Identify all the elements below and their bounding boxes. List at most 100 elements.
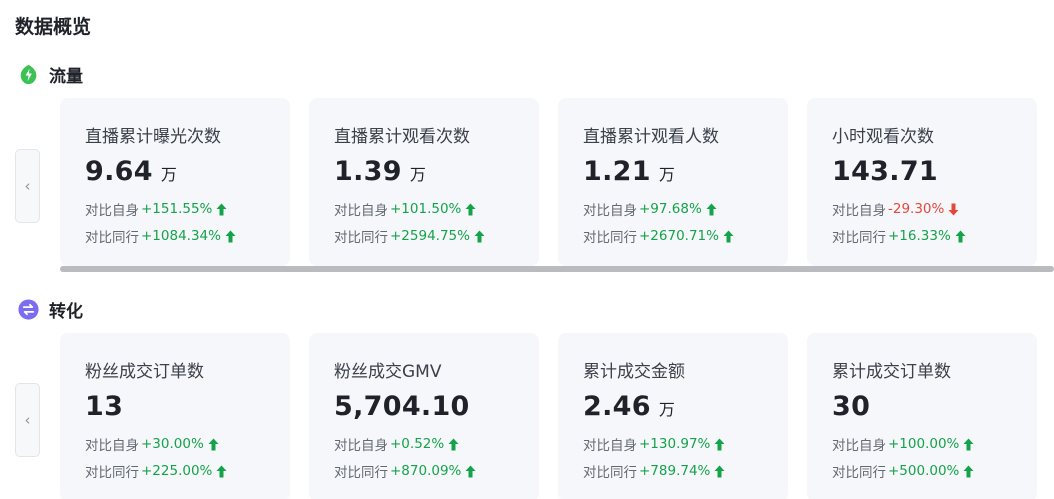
arrow-up-icon: [465, 203, 476, 215]
metric-value: 1.21: [583, 156, 651, 187]
compare-self-value: +0.52%: [390, 436, 445, 452]
chevron-left-icon: ‹: [24, 411, 31, 429]
compare-self-label: 对比自身: [832, 438, 886, 454]
page-title: 数据概览: [15, 16, 92, 38]
compare-peer-label: 对比同行: [583, 230, 637, 246]
section-label-flow: 流量: [49, 67, 83, 87]
metric-label: 直播累计曝光次数: [85, 127, 221, 147]
compare-peer-label: 对比同行: [583, 465, 637, 481]
metric-unit: 万: [658, 400, 675, 419]
metric-card[interactable]: 粉丝成交GMV 5,704.10 对比自身 +0.52% 对比同行 +870.0…: [309, 333, 539, 499]
metric-unit: 万: [160, 165, 177, 184]
arrow-up-icon: [216, 203, 227, 215]
compare-peer-value: +789.74%: [639, 463, 711, 479]
compare-peer-label: 对比同行: [832, 230, 886, 246]
metric-unit: 万: [658, 165, 675, 184]
arrow-up-icon: [706, 203, 717, 215]
metric-value: 2.46: [583, 391, 651, 422]
section-label-conversion: 转化: [49, 302, 83, 322]
metric-value: 30: [832, 391, 871, 422]
compare-peer: 对比同行 +500.00%: [832, 461, 974, 481]
compare-self-label: 对比自身: [334, 203, 388, 219]
compare-peer-label: 对比同行: [85, 230, 139, 246]
arrow-up-icon: [963, 438, 974, 450]
metric-unit: 万: [409, 165, 426, 184]
compare-peer: 对比同行 +225.00%: [85, 461, 227, 481]
metric-value: 1.39: [334, 156, 402, 187]
arrow-up-icon: [714, 465, 725, 477]
compare-peer: 对比同行 +870.09%: [334, 461, 476, 481]
metric-card[interactable]: 累计成交订单数 30 对比自身 +100.00% 对比同行 +500.00%: [807, 333, 1037, 499]
exchange-icon: [18, 299, 39, 320]
compare-peer: 对比同行 +2594.75%: [334, 226, 485, 246]
leaf-lightning-icon: [20, 64, 37, 85]
arrow-up-icon: [723, 230, 734, 242]
compare-self: 对比自身 -29.30%: [832, 199, 959, 219]
metric-card[interactable]: 直播累计曝光次数 9.64 万 对比自身 +151.55% 对比同行 +1084.…: [60, 98, 290, 266]
prev-page-button-conversion[interactable]: ‹: [15, 383, 40, 457]
compare-self-label: 对比自身: [334, 438, 388, 454]
compare-self-value: +30.00%: [141, 436, 204, 452]
arrow-up-icon: [955, 230, 966, 242]
compare-peer-value: +2594.75%: [390, 228, 470, 244]
compare-self-label: 对比自身: [583, 203, 637, 219]
compare-peer: 对比同行 +16.33%: [832, 226, 966, 246]
compare-self: 对比自身 +97.68%: [583, 199, 717, 219]
compare-self-value: +101.50%: [390, 201, 462, 217]
compare-self-label: 对比自身: [85, 438, 139, 454]
metric-value: 143.71: [832, 156, 938, 187]
compare-peer-value: +870.09%: [390, 463, 462, 479]
arrow-up-icon: [216, 465, 227, 477]
horizontal-scrollbar[interactable]: [60, 266, 1054, 272]
compare-self: 对比自身 +130.97%: [583, 434, 725, 454]
metric-value: 9.64: [85, 156, 153, 187]
compare-peer-label: 对比同行: [334, 465, 388, 481]
compare-self: 对比自身 +30.00%: [85, 434, 219, 454]
metric-label: 小时观看次数: [832, 127, 934, 147]
arrow-up-icon: [474, 230, 485, 242]
compare-peer: 对比同行 +1084.34%: [85, 226, 236, 246]
arrow-up-icon: [963, 465, 974, 477]
compare-self-value: +100.00%: [888, 436, 960, 452]
metric-card[interactable]: 直播累计观看次数 1.39 万 对比自身 +101.50% 对比同行 +2594.…: [309, 98, 539, 266]
compare-self-label: 对比自身: [583, 438, 637, 454]
metric-card[interactable]: 粉丝成交订单数 13 对比自身 +30.00% 对比同行 +225.00%: [60, 333, 290, 499]
compare-self-value: +151.55%: [141, 201, 213, 217]
metric-label: 粉丝成交订单数: [85, 362, 204, 382]
metric-value: 13: [85, 391, 124, 422]
prev-page-button-flow[interactable]: ‹: [15, 149, 40, 223]
metric-card[interactable]: 小时观看次数 143.71 对比自身 -29.30% 对比同行 +16.33%: [807, 98, 1037, 266]
compare-peer-label: 对比同行: [832, 465, 886, 481]
chevron-left-icon: ‹: [24, 177, 31, 195]
compare-self-label: 对比自身: [832, 203, 886, 219]
section-header-conversion: 转化: [17, 297, 83, 322]
metric-label: 直播累计观看人数: [583, 127, 719, 147]
metric-label: 累计成交订单数: [832, 362, 951, 382]
metric-value-row: 9.64 万: [85, 156, 177, 187]
metric-value-row: 1.39 万: [334, 156, 426, 187]
compare-self: 对比自身 +101.50%: [334, 199, 476, 219]
compare-peer: 对比同行 +789.74%: [583, 461, 725, 481]
arrow-up-icon: [448, 438, 459, 450]
compare-peer-label: 对比同行: [334, 230, 388, 246]
metric-value-row: 2.46 万: [583, 391, 675, 422]
metric-value-row: 143.71: [832, 156, 938, 187]
compare-self-value: +130.97%: [639, 436, 711, 452]
compare-self-value: -29.30%: [888, 201, 945, 217]
metric-value-row: 1.21 万: [583, 156, 675, 187]
compare-self: 对比自身 +100.00%: [832, 434, 974, 454]
metric-card[interactable]: 直播累计观看人数 1.21 万 对比自身 +97.68% 对比同行 +2670.7…: [558, 98, 788, 266]
metric-label: 直播累计观看次数: [334, 127, 470, 147]
metric-label: 粉丝成交GMV: [334, 362, 442, 382]
compare-peer-value: +1084.34%: [141, 228, 221, 244]
metric-value-row: 30: [832, 391, 870, 422]
compare-self: 对比自身 +0.52%: [334, 434, 459, 454]
section-header-flow: 流量: [17, 62, 83, 87]
compare-peer-value: +500.00%: [888, 463, 960, 479]
arrow-up-icon: [714, 438, 725, 450]
compare-peer: 对比同行 +2670.71%: [583, 226, 734, 246]
arrow-up-icon: [465, 465, 476, 477]
compare-self-value: +97.68%: [639, 201, 702, 217]
metric-card[interactable]: 累计成交金额 2.46 万 对比自身 +130.97% 对比同行 +789.74%: [558, 333, 788, 499]
compare-self-label: 对比自身: [85, 203, 139, 219]
